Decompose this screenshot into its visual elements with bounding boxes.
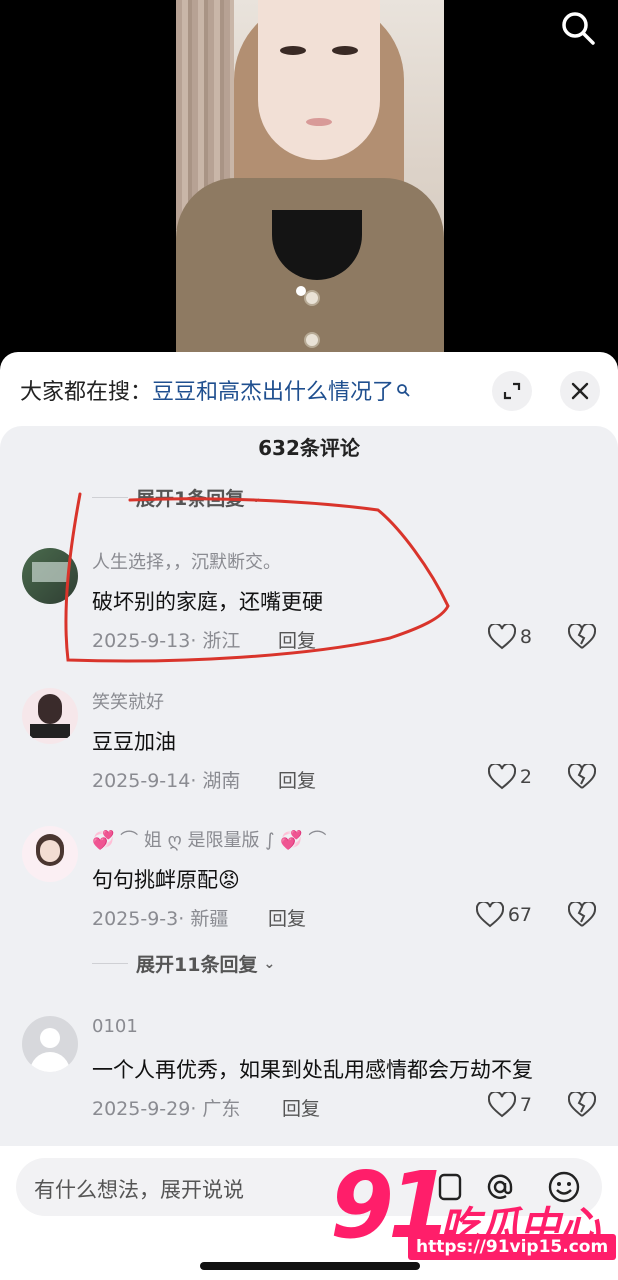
- comment-date-location: 2025-9-29· 广东: [92, 1098, 241, 1120]
- broken-heart-icon[interactable]: [568, 902, 596, 928]
- comment-text: 豆豆加油: [92, 730, 176, 754]
- coat-button: [304, 290, 320, 306]
- reply-button[interactable]: 回复: [282, 1094, 320, 1121]
- like-button[interactable]: 7: [487, 1092, 532, 1118]
- avatar[interactable]: [22, 688, 78, 744]
- expand-button[interactable]: [492, 371, 532, 411]
- comment-username[interactable]: 0101: [92, 1016, 138, 1037]
- comment-text: 句句挑衅原配😡: [92, 868, 240, 892]
- search-icon[interactable]: [558, 8, 598, 48]
- expand-replies-button[interactable]: 展开11条回复 ⌄: [92, 950, 275, 977]
- comment-username[interactable]: 💞 ⌒ 姐 ღ 是限量版 ∫ 💞 ⌒: [92, 826, 326, 852]
- comment-date-location: 2025-9-3· 新疆: [92, 908, 229, 930]
- like-count: 2: [519, 766, 532, 788]
- broken-heart-icon[interactable]: [568, 1092, 596, 1118]
- watermark-url: https://91vip15.com: [408, 1234, 617, 1260]
- red-highlight-circle: [64, 492, 450, 663]
- person-lips: [306, 118, 332, 126]
- coat-button: [304, 332, 320, 348]
- broken-heart-icon[interactable]: [568, 624, 596, 650]
- like-button[interactable]: 67: [475, 902, 532, 928]
- person-eye: [332, 46, 358, 55]
- like-button[interactable]: 2: [487, 764, 532, 790]
- avatar[interactable]: [22, 1016, 78, 1072]
- divider: [92, 963, 128, 964]
- trending-search-prefix: 大家都在搜：: [20, 380, 153, 405]
- trending-search[interactable]: 大家都在搜： 豆豆和高杰出什么情况了: [20, 370, 410, 410]
- person-eye: [280, 46, 306, 55]
- heart-icon: [487, 624, 516, 650]
- person-face: [258, 0, 380, 160]
- comment-username[interactable]: 笑笑就好: [92, 688, 164, 714]
- comment-count: 632条评论: [258, 436, 360, 460]
- comment-text: 一个人再优秀，如果到处乱用感情都会万劫不复: [92, 1058, 533, 1082]
- close-button[interactable]: [560, 371, 600, 411]
- chevron-down-icon: ⌄: [263, 955, 276, 972]
- video-frame: [176, 0, 444, 360]
- like-button[interactable]: 8: [487, 624, 532, 650]
- broken-heart-icon[interactable]: [568, 764, 596, 790]
- site-watermark: 91 吃瓜中心 https://91vip15.com: [330, 1152, 618, 1270]
- video-player[interactable]: [0, 0, 618, 360]
- like-count: 67: [507, 904, 532, 926]
- like-count: 8: [519, 626, 532, 648]
- search-icon: [397, 384, 410, 397]
- reply-button[interactable]: 回复: [278, 766, 316, 793]
- close-icon: [571, 382, 589, 400]
- expand-replies-label: 展开11条回复: [136, 954, 258, 976]
- heart-icon: [487, 764, 516, 790]
- comment-input-placeholder: 有什么想法，展开说说: [34, 1178, 244, 1202]
- avatar[interactable]: [22, 826, 78, 882]
- trending-search-query[interactable]: 豆豆和高杰出什么情况了: [152, 374, 394, 406]
- expand-icon: [503, 382, 521, 400]
- reply-button[interactable]: 回复: [268, 904, 306, 931]
- like-count: 7: [519, 1094, 532, 1116]
- heart-icon: [475, 902, 504, 928]
- comment-date-location: 2025-9-14· 湖南: [92, 770, 241, 792]
- heart-icon: [487, 1092, 516, 1118]
- home-indicator[interactable]: [200, 1262, 420, 1270]
